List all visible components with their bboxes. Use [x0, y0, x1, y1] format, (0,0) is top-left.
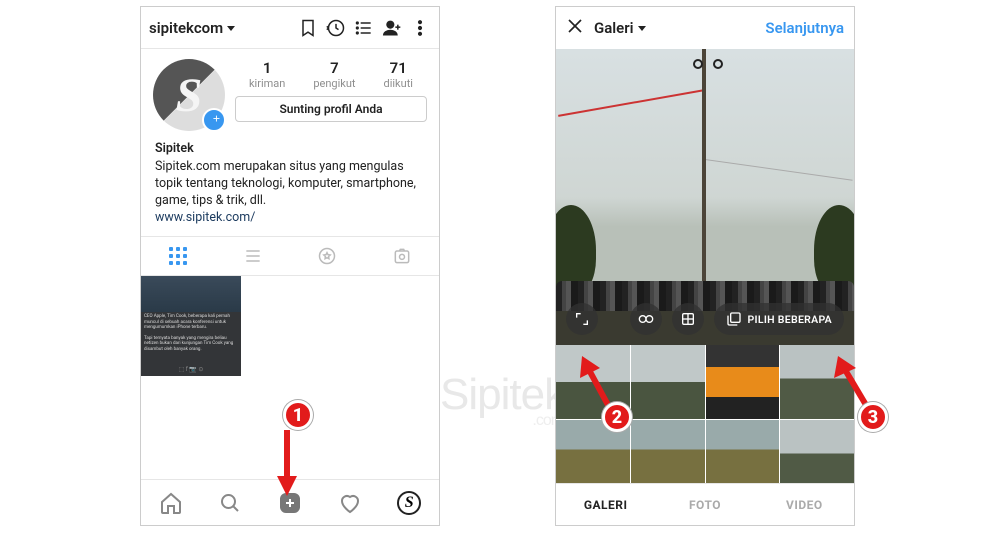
annotation-marker-3: 3 — [858, 402, 888, 432]
profile-avatar-icon: S — [397, 491, 421, 515]
history-icon[interactable] — [325, 17, 347, 39]
chevron-down-icon — [638, 26, 646, 31]
stats-row: 1 kiriman 7 pengikut 71 diikuti — [235, 59, 427, 90]
username-label: sipitekcom — [149, 19, 223, 37]
profile-header: S + 1 kiriman 7 pengikut 71 diikuti Sunt… — [141, 49, 439, 137]
layout-button[interactable] — [672, 303, 704, 335]
bio-name: Sipitek — [155, 141, 425, 158]
nav-activity[interactable] — [320, 480, 380, 525]
gallery-thumb[interactable] — [780, 420, 854, 483]
annotation-marker-2: 2 — [602, 402, 632, 432]
add-person-icon[interactable] — [381, 17, 403, 39]
stat-posts[interactable]: 1 kiriman — [249, 59, 285, 90]
gallery-thumb[interactable] — [631, 345, 705, 419]
edit-profile-button[interactable]: Sunting profil Anda — [235, 96, 427, 122]
more-icon[interactable] — [409, 17, 431, 39]
list-icon[interactable] — [353, 17, 375, 39]
post-thumbnail[interactable]: CEO Apple, Tim Cook, beberapa kali perna… — [141, 276, 241, 376]
boomerang-button[interactable] — [630, 303, 662, 335]
top-bar: sipitekcom — [141, 7, 439, 49]
stat-followers[interactable]: 7 pengikut — [313, 59, 355, 90]
close-button[interactable] — [566, 17, 584, 39]
gallery-thumb[interactable] — [631, 420, 705, 483]
annotation-arrow-1 — [272, 430, 302, 502]
nav-search[interactable] — [201, 480, 261, 525]
tab-grid[interactable] — [141, 237, 216, 275]
annotation-marker-1: 1 — [283, 400, 313, 430]
watermark: Sipitek.com — [440, 370, 565, 430]
gallery-thumb[interactable] — [706, 420, 780, 483]
bookmark-icon[interactable] — [297, 17, 319, 39]
next-button[interactable]: Selanjutnya — [765, 19, 844, 37]
username-dropdown[interactable]: sipitekcom — [149, 19, 291, 37]
bio-text: Sipitek.com merupakan situs yang mengula… — [155, 159, 425, 210]
add-story-plus-icon: + — [213, 111, 220, 127]
tab-gallery[interactable]: GALERI — [556, 484, 655, 525]
bio: Sipitek Sipitek.com merupakan situs yang… — [141, 137, 439, 236]
bio-link[interactable]: www.sipitek.com/ — [155, 210, 425, 227]
crop-expand-button[interactable] — [566, 303, 598, 335]
grid-icon — [169, 247, 187, 265]
nav-home[interactable] — [141, 480, 201, 525]
gallery-picker-screen: Galeri Selanjutnya PILIH BEBERAPA — [555, 6, 855, 526]
select-multiple-button[interactable]: PILIH BEBERAPA — [714, 303, 844, 335]
picker-top-bar: Galeri Selanjutnya — [556, 7, 854, 49]
tab-tagged[interactable] — [365, 237, 440, 275]
avatar[interactable]: S + — [153, 59, 225, 131]
source-tabs: GALERI FOTO VIDEO — [556, 483, 854, 525]
nav-profile[interactable]: S — [379, 480, 439, 525]
tab-saved[interactable] — [290, 237, 365, 275]
tab-video[interactable]: VIDEO — [755, 484, 854, 525]
chevron-down-icon — [227, 26, 235, 31]
stat-following[interactable]: 71 diikuti — [384, 59, 413, 90]
profile-view-tabs — [141, 236, 439, 276]
preview-controls: PILIH BEBERAPA — [556, 303, 854, 335]
gallery-thumb[interactable] — [706, 345, 780, 419]
tab-list[interactable] — [216, 237, 291, 275]
preview-image[interactable]: PILIH BEBERAPA — [556, 49, 854, 345]
gallery-source-dropdown[interactable]: Galeri — [594, 19, 755, 37]
tab-photo[interactable]: FOTO — [655, 484, 754, 525]
